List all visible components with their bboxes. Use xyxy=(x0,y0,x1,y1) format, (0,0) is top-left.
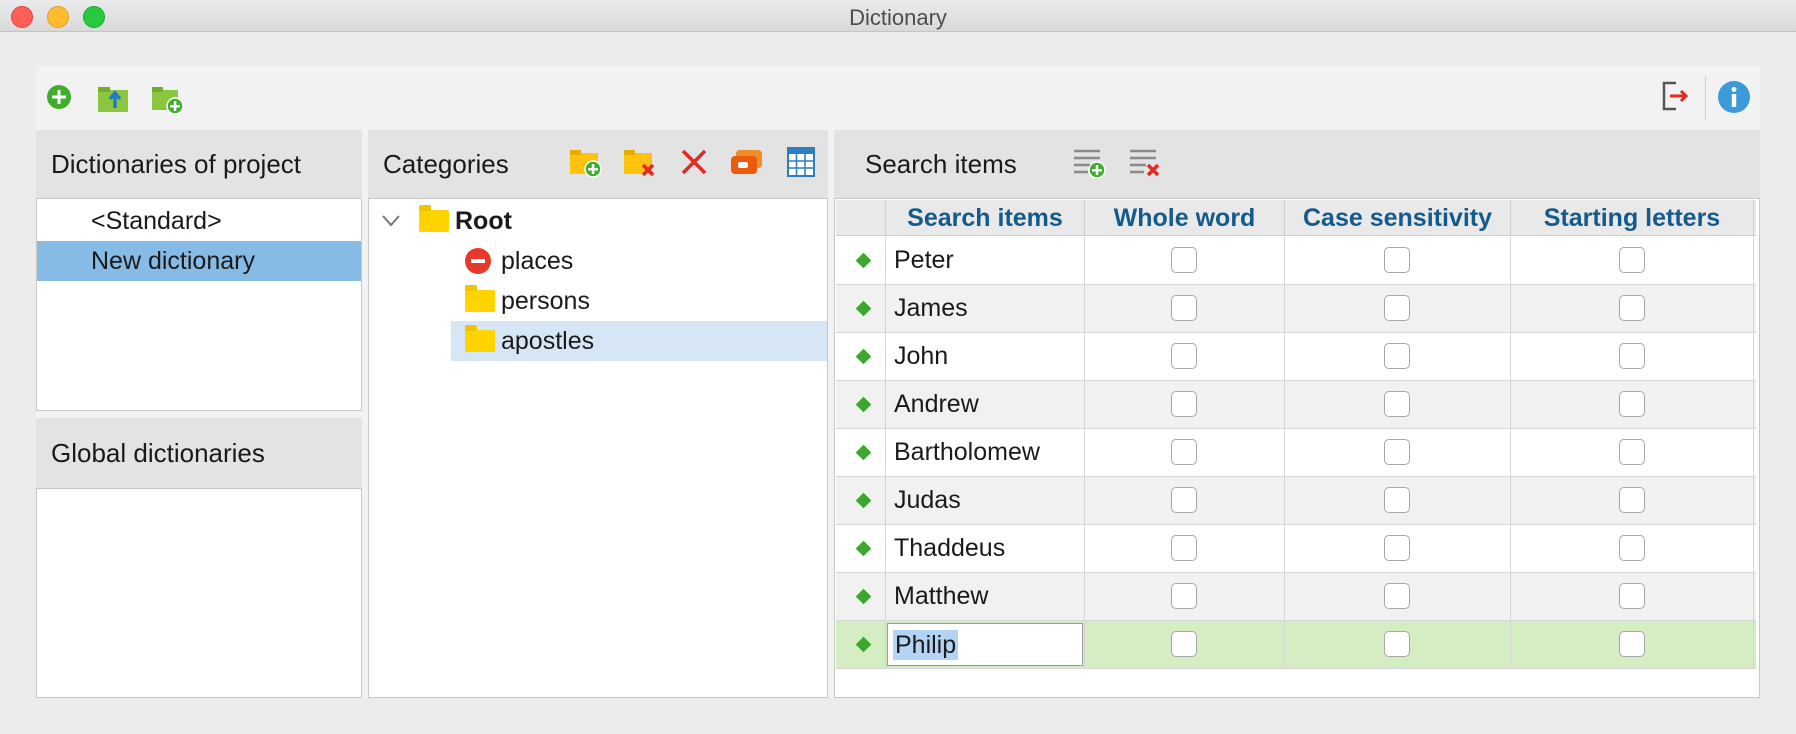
table-row[interactable]: Matthew xyxy=(836,573,1756,621)
whole-word-checkbox[interactable] xyxy=(1171,487,1197,513)
window-title: Dictionary xyxy=(849,5,947,30)
search-term[interactable]: Thaddeus xyxy=(894,525,1005,572)
exit-icon[interactable] xyxy=(1660,80,1690,112)
row-marker-icon xyxy=(855,636,872,653)
starting-letters-checkbox[interactable] xyxy=(1619,247,1645,273)
tree-item-label: apostles xyxy=(501,326,595,355)
folder-icon xyxy=(465,325,495,352)
search-term[interactable]: Andrew xyxy=(894,381,979,428)
row-marker-icon xyxy=(855,396,872,413)
starting-letters-checkbox[interactable] xyxy=(1619,535,1645,561)
whole-word-checkbox[interactable] xyxy=(1171,295,1197,321)
row-marker-icon xyxy=(855,444,872,461)
delete-category-icon[interactable] xyxy=(623,146,657,178)
case-sensitivity-checkbox[interactable] xyxy=(1384,391,1410,417)
starting-letters-checkbox[interactable] xyxy=(1619,439,1645,465)
search-term[interactable]: Matthew xyxy=(894,573,988,620)
chevron-down-icon[interactable] xyxy=(381,214,401,228)
add-search-item-icon[interactable] xyxy=(1072,146,1106,178)
whole-word-checkbox[interactable] xyxy=(1171,535,1197,561)
table-row[interactable]: Andrew xyxy=(836,381,1756,429)
table-row[interactable]: Bartholomew xyxy=(836,429,1756,477)
whole-word-checkbox[interactable] xyxy=(1171,439,1197,465)
search-term[interactable]: Bartholomew xyxy=(894,429,1040,476)
tree-row-apostles[interactable]: apostles xyxy=(451,321,827,361)
export-dictionary-icon[interactable] xyxy=(96,82,132,114)
folder-icon xyxy=(419,205,449,232)
search-term[interactable]: Judas xyxy=(894,477,961,524)
delete-icon[interactable] xyxy=(680,148,708,176)
row-marker-icon xyxy=(855,492,872,509)
search-term[interactable]: James xyxy=(894,285,968,332)
categories-title: Categories xyxy=(383,148,509,179)
table-row[interactable]: John xyxy=(836,333,1756,381)
starting-letters-checkbox[interactable] xyxy=(1619,343,1645,369)
add-dictionary-icon[interactable] xyxy=(46,84,72,110)
case-sensitivity-checkbox[interactable] xyxy=(1384,583,1410,609)
title-bar: Dictionary xyxy=(0,0,1796,32)
info-icon[interactable] xyxy=(1717,80,1751,114)
case-sensitivity-checkbox[interactable] xyxy=(1384,343,1410,369)
starting-letters-checkbox[interactable] xyxy=(1619,487,1645,513)
case-sensitivity-checkbox[interactable] xyxy=(1384,631,1410,657)
whole-word-checkbox[interactable] xyxy=(1171,247,1197,273)
new-category-icon[interactable] xyxy=(569,146,603,178)
dictionaries-header: Dictionaries of project xyxy=(36,130,362,198)
column-header-case-sensitivity[interactable]: Case sensitivity xyxy=(1285,200,1511,236)
row-marker-icon xyxy=(855,348,872,365)
starting-letters-checkbox[interactable] xyxy=(1619,295,1645,321)
tree-item-label: persons xyxy=(501,286,590,315)
table-view-icon[interactable] xyxy=(787,146,815,178)
toolbar-divider xyxy=(1705,76,1706,120)
dictionary-item-new[interactable]: New dictionary xyxy=(37,241,361,281)
column-header-search-items[interactable]: Search items xyxy=(886,200,1085,236)
row-marker-icon xyxy=(855,300,872,317)
table-row[interactable]: Judas xyxy=(836,477,1756,525)
starting-letters-checkbox[interactable] xyxy=(1619,631,1645,657)
tree-root-label: Root xyxy=(455,206,512,235)
table-row[interactable]: Thaddeus xyxy=(836,525,1756,573)
row-marker-icon xyxy=(855,540,872,557)
dictionary-item-standard[interactable]: <Standard> xyxy=(37,201,361,241)
case-sensitivity-checkbox[interactable] xyxy=(1384,439,1410,465)
column-header-whole-word[interactable]: Whole word xyxy=(1085,200,1285,236)
search-items-title: Search items xyxy=(865,148,1017,179)
folder-icon xyxy=(465,285,495,312)
case-sensitivity-checkbox[interactable] xyxy=(1384,535,1410,561)
row-marker-header xyxy=(836,200,886,236)
row-marker-icon xyxy=(855,252,872,269)
tree-item-label: places xyxy=(501,246,574,275)
starting-letters-checkbox[interactable] xyxy=(1619,583,1645,609)
whole-word-checkbox[interactable] xyxy=(1171,343,1197,369)
row-marker-icon xyxy=(855,588,872,605)
tree-row-places[interactable]: places xyxy=(465,241,825,281)
tag-category-icon[interactable] xyxy=(730,148,764,176)
global-dictionaries-header: Global dictionaries xyxy=(36,418,362,488)
whole-word-checkbox[interactable] xyxy=(1171,583,1197,609)
table-row[interactable]: Peter xyxy=(836,237,1756,285)
case-sensitivity-checkbox[interactable] xyxy=(1384,487,1410,513)
search-items-header: Search items xyxy=(834,130,1760,198)
table-row-editing[interactable]: Philip xyxy=(836,621,1756,669)
no-entry-icon xyxy=(465,248,491,274)
import-dictionary-icon[interactable] xyxy=(150,82,186,114)
tree-row-root[interactable]: Root xyxy=(381,201,811,241)
search-term-selected-text: Philip xyxy=(893,630,959,660)
table-header: Search items Whole word Case sensitivity… xyxy=(836,200,1756,236)
table-row[interactable]: James xyxy=(836,285,1756,333)
case-sensitivity-checkbox[interactable] xyxy=(1384,247,1410,273)
whole-word-checkbox[interactable] xyxy=(1171,391,1197,417)
search-term-editor[interactable]: Philip xyxy=(887,623,1083,666)
whole-word-checkbox[interactable] xyxy=(1171,631,1197,657)
starting-letters-checkbox[interactable] xyxy=(1619,391,1645,417)
categories-tree: Root places persons apostles xyxy=(368,198,828,698)
dictionaries-list: <Standard> New dictionary xyxy=(36,198,362,411)
search-term[interactable]: Peter xyxy=(894,237,954,284)
global-dictionaries-list xyxy=(36,488,362,698)
case-sensitivity-checkbox[interactable] xyxy=(1384,295,1410,321)
column-header-starting-letters[interactable]: Starting letters xyxy=(1511,200,1754,236)
delete-search-item-icon[interactable] xyxy=(1128,146,1162,178)
tree-row-persons[interactable]: persons xyxy=(465,281,825,321)
search-term[interactable]: John xyxy=(894,333,948,380)
